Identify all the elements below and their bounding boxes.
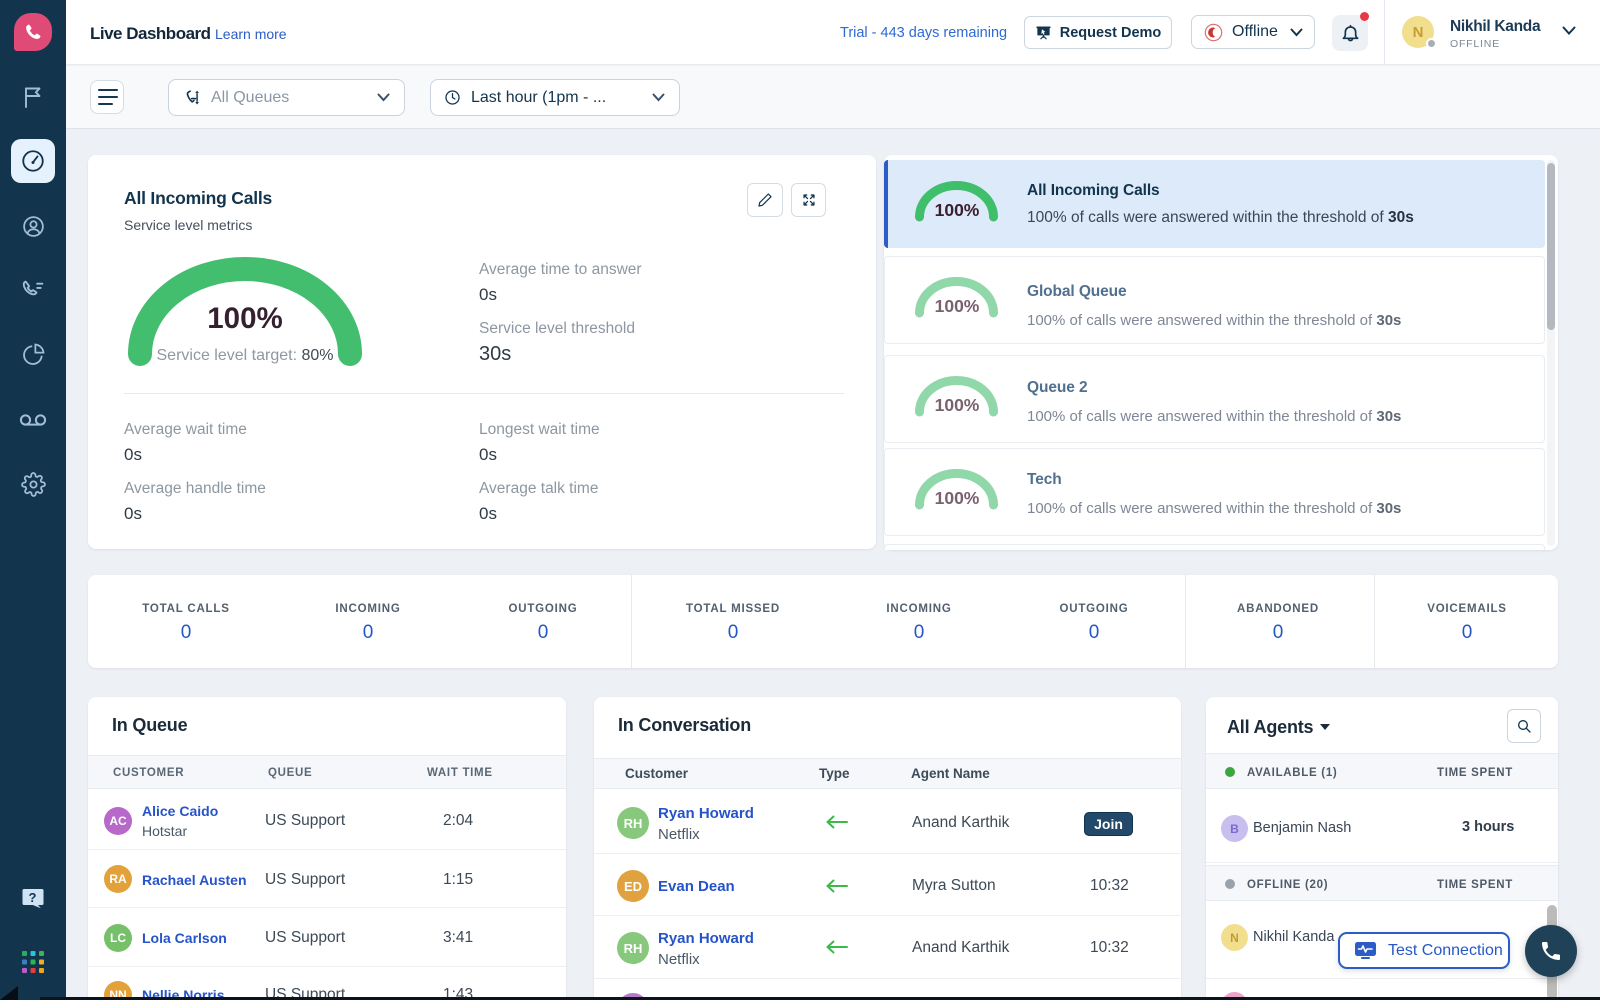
svg-text:?: ? <box>29 890 37 905</box>
